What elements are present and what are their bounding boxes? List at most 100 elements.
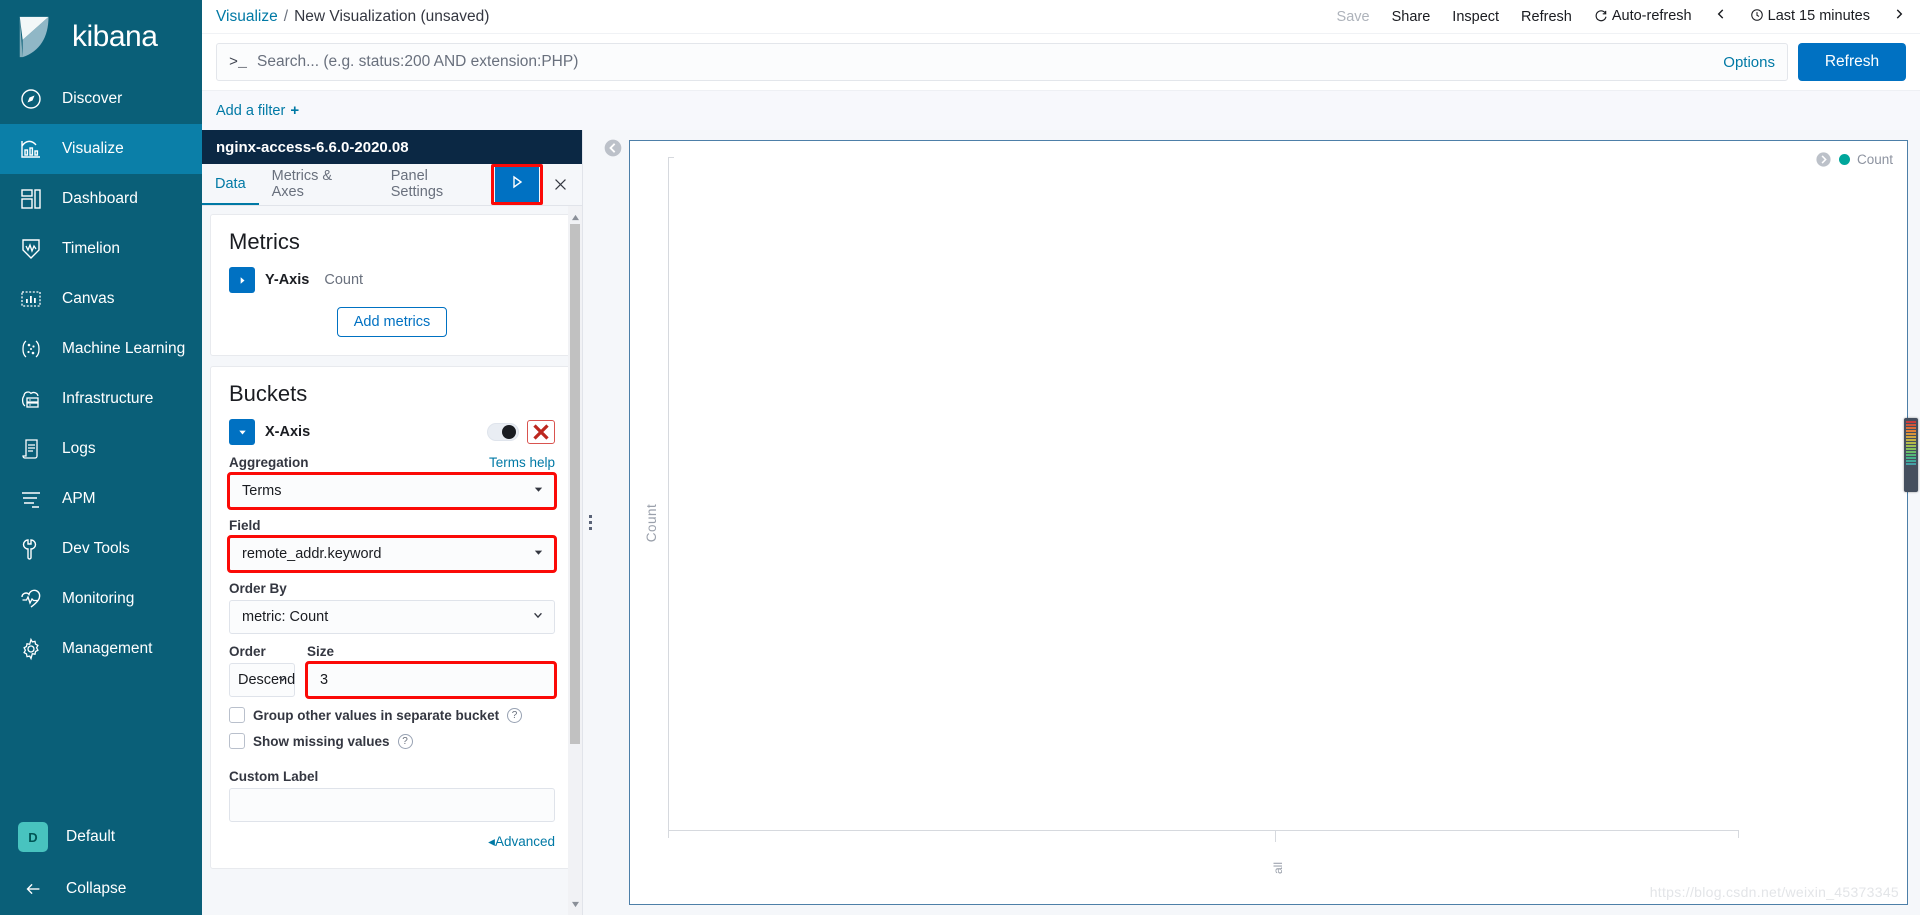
custom-label-label: Custom Label: [229, 769, 555, 784]
sidebar-item-management[interactable]: Management: [0, 624, 202, 674]
show-missing-values-checkbox[interactable]: [229, 733, 245, 749]
field-value: remote_addr.keyword: [242, 546, 381, 562]
bucket-axis-label: X-Axis: [265, 424, 310, 440]
space-selector[interactable]: D Default: [0, 811, 202, 863]
nav-list: Discover Visualize Dashboard Timelion: [0, 74, 202, 674]
size-input[interactable]: 3: [307, 663, 555, 697]
scroll-position-indicator[interactable]: [1904, 418, 1918, 492]
x-axis-tick-end: [1738, 830, 1739, 838]
time-next-button[interactable]: [1892, 7, 1906, 26]
refresh-cycle-icon: [1594, 8, 1608, 26]
order-by-select[interactable]: metric: Count: [229, 600, 555, 634]
advanced-label: Advanced: [495, 834, 555, 849]
sidebar-item-timelion[interactable]: Timelion: [0, 224, 202, 274]
group-other-values-checkbox[interactable]: [229, 707, 245, 723]
index-pattern-header: nginx-access-6.6.0-2020.08: [202, 130, 582, 164]
advanced-toggle[interactable]: ◂Advanced: [488, 834, 555, 850]
field-select[interactable]: remote_addr.keyword: [229, 537, 555, 571]
help-icon[interactable]: ?: [507, 708, 522, 723]
bucket-enable-toggle[interactable]: [487, 423, 519, 441]
refresh-button[interactable]: Refresh: [1521, 9, 1572, 25]
remove-bucket-button[interactable]: [527, 420, 555, 444]
tab-label: Metrics & Axes: [272, 168, 365, 200]
tab-panel-settings[interactable]: Panel Settings: [378, 164, 495, 205]
custom-label-input[interactable]: [229, 788, 555, 822]
collapse-left-icon[interactable]: [603, 138, 623, 158]
add-filter-button[interactable]: Add a filter +: [216, 102, 299, 119]
order-select[interactable]: Descend: [229, 663, 295, 697]
sidebar-item-infrastructure[interactable]: Infrastructure: [0, 374, 202, 424]
advanced-caret-icon: ◂: [488, 834, 495, 849]
help-icon[interactable]: ?: [398, 734, 413, 749]
x-axis-tick-start: [668, 830, 669, 838]
editor-tabs: Data Metrics & Axes Panel Settings: [202, 164, 582, 206]
size-value: 3: [320, 672, 328, 688]
aggregation-select[interactable]: Terms: [229, 474, 555, 508]
breadcrumb-visualize[interactable]: Visualize: [216, 8, 278, 26]
show-missing-values-row[interactable]: Show missing values ?: [229, 733, 555, 749]
tab-data[interactable]: Data: [202, 164, 259, 205]
chart-canvas[interactable]: Count all: [630, 141, 1907, 904]
order-by-label: Order By: [229, 581, 555, 596]
sidebar-item-logs[interactable]: Logs: [0, 424, 202, 474]
sidebar-item-label: APM: [62, 490, 96, 508]
save-button[interactable]: Save: [1337, 9, 1370, 25]
collapse-down-icon[interactable]: [229, 419, 255, 445]
time-prev-button[interactable]: [1714, 7, 1728, 26]
query-refresh-button[interactable]: Refresh: [1798, 43, 1906, 81]
query-bar: >_ Search... (e.g. status:200 AND extens…: [202, 34, 1920, 90]
editor-scrollbar-thumb[interactable]: [570, 224, 580, 744]
sidebar-item-dashboard[interactable]: Dashboard: [0, 174, 202, 224]
search-input[interactable]: >_ Search... (e.g. status:200 AND extens…: [216, 43, 1788, 81]
metrics-title: Metrics: [229, 229, 555, 255]
sidebar-item-label: Dev Tools: [62, 540, 130, 558]
time-range-label: Last 15 minutes: [1768, 8, 1870, 24]
scroll-down-icon[interactable]: [571, 895, 580, 913]
kibana-logo[interactable]: kibana: [0, 0, 202, 74]
sidebar-item-dev-tools[interactable]: Dev Tools: [0, 524, 202, 574]
metric-value: Count: [324, 272, 363, 288]
sidebar-item-machine-learning[interactable]: Machine Learning: [0, 324, 202, 374]
x-axis-line: [668, 830, 1739, 831]
order-column: Order Descend: [229, 634, 295, 697]
collapse-nav-button[interactable]: Collapse: [0, 863, 202, 915]
query-options-button[interactable]: Options: [1717, 54, 1775, 71]
group-other-values-row[interactable]: Group other values in separate bucket ?: [229, 707, 555, 723]
sidebar-item-label: Discover: [62, 90, 122, 108]
add-metrics-button[interactable]: Add metrics: [337, 307, 448, 337]
chevron-down-icon: [533, 483, 544, 499]
sidebar-item-visualize[interactable]: Visualize: [0, 124, 202, 174]
panel-resize-handle[interactable]: [583, 130, 597, 915]
tab-metrics-and-axes[interactable]: Metrics & Axes: [259, 164, 378, 205]
metric-row-y-axis[interactable]: Y-Axis Count: [229, 267, 555, 293]
sidebar-item-apm[interactable]: APM: [0, 474, 202, 524]
gear-icon: [18, 636, 44, 662]
field-label: Field: [229, 518, 555, 533]
share-button[interactable]: Share: [1392, 9, 1431, 25]
query-prompt-icon: >_: [229, 54, 247, 71]
sidebar-item-discover[interactable]: Discover: [0, 74, 202, 124]
primary-navigation: kibana Discover Visualize Dashboard: [0, 0, 202, 915]
main-area: Visualize / New Visualization (unsaved) …: [202, 0, 1920, 915]
metric-name: Y-Axis: [265, 272, 309, 288]
auto-refresh-button[interactable]: Auto-refresh: [1594, 8, 1692, 26]
order-and-size-row: Order Descend Size: [229, 634, 555, 697]
watermark-text: https://blog.csdn.net/weixin_45373345: [1650, 884, 1899, 900]
editor-scrollbar[interactable]: [568, 206, 582, 915]
y-axis-line: [668, 157, 669, 830]
close-editor-button[interactable]: [539, 164, 582, 205]
bar-chart-icon: [18, 136, 44, 162]
grip-dots-icon: [589, 515, 592, 530]
canvas-icon: [18, 286, 44, 312]
search-placeholder: Search... (e.g. status:200 AND extension…: [257, 53, 1707, 71]
timelion-icon: [18, 236, 44, 262]
terms-help-link[interactable]: Terms help: [489, 455, 555, 470]
expand-right-icon[interactable]: [229, 267, 255, 293]
sidebar-item-monitoring[interactable]: Monitoring: [0, 574, 202, 624]
bucket-row-x-axis[interactable]: X-Axis: [229, 419, 555, 445]
auto-refresh-label: Auto-refresh: [1612, 8, 1692, 24]
sidebar-item-canvas[interactable]: Canvas: [0, 274, 202, 324]
time-range-picker[interactable]: Last 15 minutes: [1750, 8, 1870, 26]
apply-changes-button[interactable]: [495, 166, 540, 203]
inspect-button[interactable]: Inspect: [1452, 9, 1499, 25]
